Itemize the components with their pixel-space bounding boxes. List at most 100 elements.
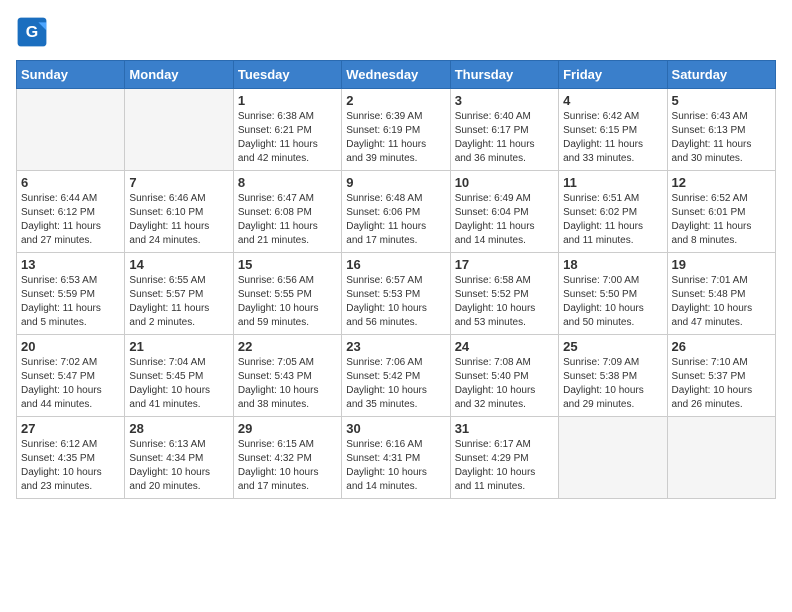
logo: G: [16, 16, 52, 48]
calendar-cell: 29 Sunrise: 6:15 AM Sunset: 4:32 PM Dayli…: [233, 417, 341, 499]
day-number: 7: [129, 175, 228, 190]
calendar-cell: 18 Sunrise: 7:00 AM Sunset: 5:50 PM Dayli…: [559, 253, 667, 335]
day-detail: Sunrise: 6:16 AM Sunset: 4:31 PM Dayligh…: [346, 438, 445, 494]
day-number: 31: [455, 421, 554, 436]
day-number: 30: [346, 421, 445, 436]
day-number: 13: [21, 257, 120, 272]
calendar-cell: 7 Sunrise: 6:46 AM Sunset: 6:10 PM Daylig…: [125, 171, 233, 253]
day-detail: Sunrise: 6:42 AM Sunset: 6:15 PM Dayligh…: [563, 110, 662, 166]
day-detail: Sunrise: 6:46 AM Sunset: 6:10 PM Dayligh…: [129, 192, 228, 248]
day-detail: Sunrise: 6:17 AM Sunset: 4:29 PM Dayligh…: [455, 438, 554, 494]
day-number: 22: [238, 339, 337, 354]
day-number: 23: [346, 339, 445, 354]
weekday-header: Thursday: [450, 61, 558, 89]
day-detail: Sunrise: 6:58 AM Sunset: 5:52 PM Dayligh…: [455, 274, 554, 330]
calendar-cell: [667, 417, 775, 499]
day-number: 19: [672, 257, 771, 272]
logo-icon: G: [16, 16, 48, 48]
day-detail: Sunrise: 6:38 AM Sunset: 6:21 PM Dayligh…: [238, 110, 337, 166]
calendar-table: SundayMondayTuesdayWednesdayThursdayFrid…: [16, 60, 776, 499]
day-number: 6: [21, 175, 120, 190]
calendar-cell: 19 Sunrise: 7:01 AM Sunset: 5:48 PM Dayli…: [667, 253, 775, 335]
day-detail: Sunrise: 6:57 AM Sunset: 5:53 PM Dayligh…: [346, 274, 445, 330]
calendar-cell: 9 Sunrise: 6:48 AM Sunset: 6:06 PM Daylig…: [342, 171, 450, 253]
calendar-cell: [559, 417, 667, 499]
day-detail: Sunrise: 6:56 AM Sunset: 5:55 PM Dayligh…: [238, 274, 337, 330]
calendar-cell: 5Sunrise: 6:43 AM Sunset: 6:13 PM Daylig…: [667, 89, 775, 171]
day-detail: Sunrise: 6:48 AM Sunset: 6:06 PM Dayligh…: [346, 192, 445, 248]
calendar-cell: 15Sunrise: 6:56 AM Sunset: 5:55 PM Dayli…: [233, 253, 341, 335]
day-detail: Sunrise: 7:05 AM Sunset: 5:43 PM Dayligh…: [238, 356, 337, 412]
calendar-cell: 27 Sunrise: 6:12 AM Sunset: 4:35 PM Dayli…: [17, 417, 125, 499]
calendar-cell: 4 Sunrise: 6:42 AM Sunset: 6:15 PM Daylig…: [559, 89, 667, 171]
page-header: G: [16, 16, 776, 48]
day-detail: Sunrise: 6:12 AM Sunset: 4:35 PM Dayligh…: [21, 438, 120, 494]
calendar-cell: 14Sunrise: 6:55 AM Sunset: 5:57 PM Dayli…: [125, 253, 233, 335]
day-number: 4: [563, 93, 662, 108]
weekday-header: Monday: [125, 61, 233, 89]
day-number: 1: [238, 93, 337, 108]
day-number: 12: [672, 175, 771, 190]
calendar-cell: 8 Sunrise: 6:47 AM Sunset: 6:08 PM Daylig…: [233, 171, 341, 253]
calendar-cell: 28Sunrise: 6:13 AM Sunset: 4:34 PM Dayli…: [125, 417, 233, 499]
day-detail: Sunrise: 6:55 AM Sunset: 5:57 PM Dayligh…: [129, 274, 228, 330]
day-number: 24: [455, 339, 554, 354]
weekday-header: Saturday: [667, 61, 775, 89]
calendar-week-row: 13 Sunrise: 6:53 AM Sunset: 5:59 PM Dayli…: [17, 253, 776, 335]
day-number: 10: [455, 175, 554, 190]
day-detail: Sunrise: 6:51 AM Sunset: 6:02 PM Dayligh…: [563, 192, 662, 248]
day-number: 27: [21, 421, 120, 436]
calendar-week-row: 6 Sunrise: 6:44 AM Sunset: 6:12 PM Daylig…: [17, 171, 776, 253]
day-number: 20: [21, 339, 120, 354]
calendar-cell: [17, 89, 125, 171]
calendar-cell: 21 Sunrise: 7:04 AM Sunset: 5:45 PM Dayli…: [125, 335, 233, 417]
day-number: 16: [346, 257, 445, 272]
calendar-cell: 6 Sunrise: 6:44 AM Sunset: 6:12 PM Daylig…: [17, 171, 125, 253]
weekday-header: Tuesday: [233, 61, 341, 89]
day-detail: Sunrise: 7:04 AM Sunset: 5:45 PM Dayligh…: [129, 356, 228, 412]
calendar-week-row: 20 Sunrise: 7:02 AM Sunset: 5:47 PM Dayli…: [17, 335, 776, 417]
weekday-header: Sunday: [17, 61, 125, 89]
svg-text:G: G: [26, 24, 38, 41]
day-detail: Sunrise: 7:02 AM Sunset: 5:47 PM Dayligh…: [21, 356, 120, 412]
day-detail: Sunrise: 7:08 AM Sunset: 5:40 PM Dayligh…: [455, 356, 554, 412]
day-number: 21: [129, 339, 228, 354]
calendar-cell: 31 Sunrise: 6:17 AM Sunset: 4:29 PM Dayli…: [450, 417, 558, 499]
day-detail: Sunrise: 7:01 AM Sunset: 5:48 PM Dayligh…: [672, 274, 771, 330]
calendar-cell: 10 Sunrise: 6:49 AM Sunset: 6:04 PM Dayli…: [450, 171, 558, 253]
day-detail: Sunrise: 7:00 AM Sunset: 5:50 PM Dayligh…: [563, 274, 662, 330]
calendar-cell: [125, 89, 233, 171]
day-number: 2: [346, 93, 445, 108]
day-number: 25: [563, 339, 662, 354]
day-number: 18: [563, 257, 662, 272]
calendar-cell: 12 Sunrise: 6:52 AM Sunset: 6:01 PM Dayli…: [667, 171, 775, 253]
calendar-cell: 25 Sunrise: 7:09 AM Sunset: 5:38 PM Dayli…: [559, 335, 667, 417]
calendar-cell: 30 Sunrise: 6:16 AM Sunset: 4:31 PM Dayli…: [342, 417, 450, 499]
day-detail: Sunrise: 6:40 AM Sunset: 6:17 PM Dayligh…: [455, 110, 554, 166]
weekday-header: Friday: [559, 61, 667, 89]
day-number: 26: [672, 339, 771, 354]
weekday-header: Wednesday: [342, 61, 450, 89]
calendar-cell: 16 Sunrise: 6:57 AM Sunset: 5:53 PM Dayli…: [342, 253, 450, 335]
day-number: 9: [346, 175, 445, 190]
day-detail: Sunrise: 6:39 AM Sunset: 6:19 PM Dayligh…: [346, 110, 445, 166]
day-detail: Sunrise: 7:09 AM Sunset: 5:38 PM Dayligh…: [563, 356, 662, 412]
day-detail: Sunrise: 7:06 AM Sunset: 5:42 PM Dayligh…: [346, 356, 445, 412]
calendar-cell: 13 Sunrise: 6:53 AM Sunset: 5:59 PM Dayli…: [17, 253, 125, 335]
day-detail: Sunrise: 6:49 AM Sunset: 6:04 PM Dayligh…: [455, 192, 554, 248]
day-detail: Sunrise: 6:47 AM Sunset: 6:08 PM Dayligh…: [238, 192, 337, 248]
calendar-cell: 1 Sunrise: 6:38 AM Sunset: 6:21 PM Daylig…: [233, 89, 341, 171]
day-detail: Sunrise: 6:44 AM Sunset: 6:12 PM Dayligh…: [21, 192, 120, 248]
day-detail: Sunrise: 6:15 AM Sunset: 4:32 PM Dayligh…: [238, 438, 337, 494]
calendar-cell: 2 Sunrise: 6:39 AM Sunset: 6:19 PM Daylig…: [342, 89, 450, 171]
day-number: 11: [563, 175, 662, 190]
day-number: 29: [238, 421, 337, 436]
day-detail: Sunrise: 6:52 AM Sunset: 6:01 PM Dayligh…: [672, 192, 771, 248]
calendar-cell: 24 Sunrise: 7:08 AM Sunset: 5:40 PM Dayli…: [450, 335, 558, 417]
calendar-cell: 11 Sunrise: 6:51 AM Sunset: 6:02 PM Dayli…: [559, 171, 667, 253]
day-detail: Sunrise: 6:53 AM Sunset: 5:59 PM Dayligh…: [21, 274, 120, 330]
day-number: 8: [238, 175, 337, 190]
day-detail: Sunrise: 7:10 AM Sunset: 5:37 PM Dayligh…: [672, 356, 771, 412]
day-number: 5: [672, 93, 771, 108]
calendar-header-row: SundayMondayTuesdayWednesdayThursdayFrid…: [17, 61, 776, 89]
